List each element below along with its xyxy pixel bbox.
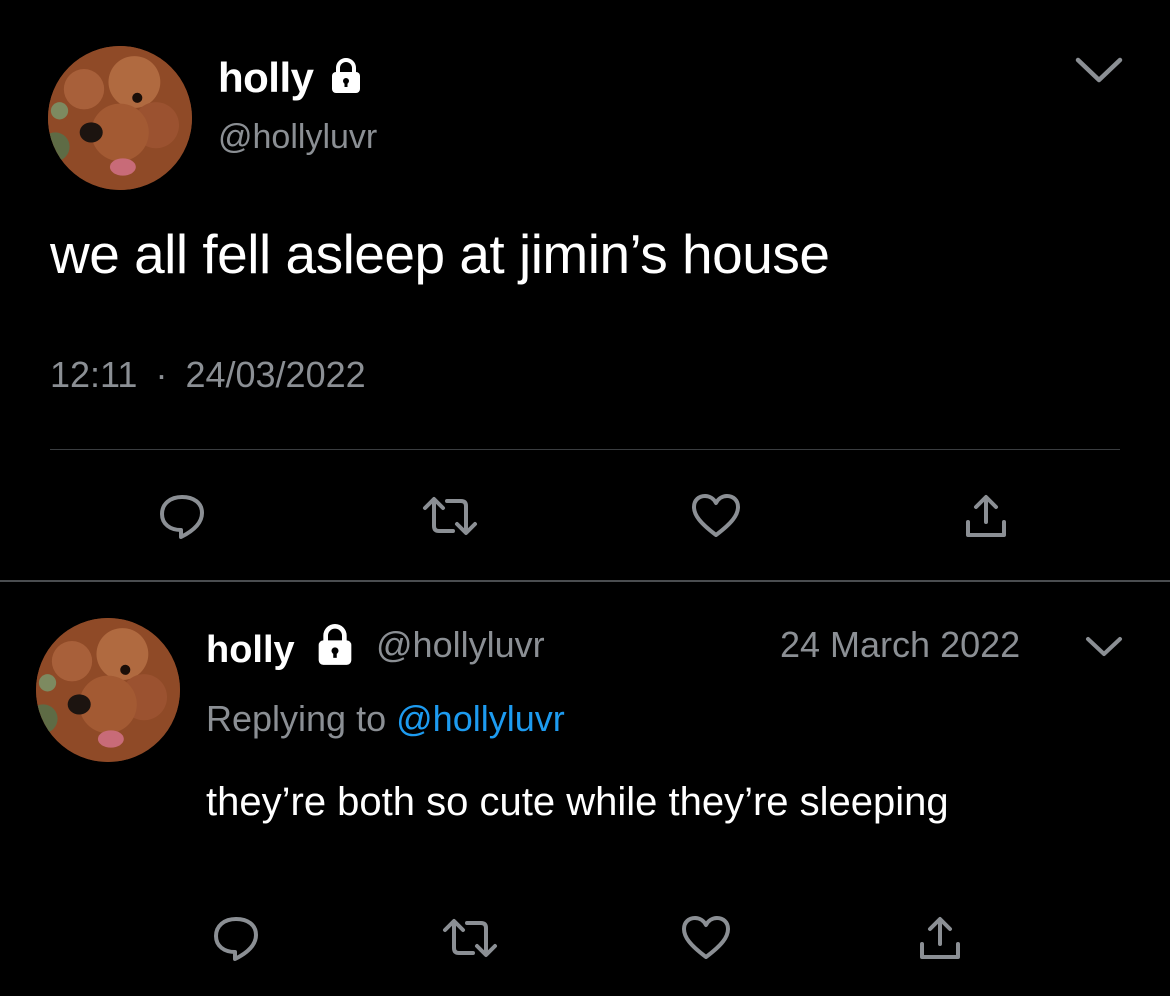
reply-icon[interactable] xyxy=(152,486,212,546)
chevron-down-icon[interactable] xyxy=(1074,52,1124,86)
heart-icon[interactable] xyxy=(676,908,736,968)
chevron-down-icon[interactable] xyxy=(1084,632,1124,660)
share-icon[interactable] xyxy=(956,486,1016,546)
tweet-separator xyxy=(0,580,1170,582)
avatar-dog-image xyxy=(36,618,180,762)
share-icon[interactable] xyxy=(910,908,970,968)
separator: · xyxy=(155,354,168,395)
retweet-icon[interactable] xyxy=(440,908,500,968)
reply-icon[interactable] xyxy=(206,908,266,968)
reply-display-name-text: holly xyxy=(206,629,295,671)
reply-text: they’re both so cute while they’re sleep… xyxy=(206,780,949,824)
timestamp: 12:11 · 24/03/2022 xyxy=(50,354,366,396)
lock-icon xyxy=(329,56,363,104)
display-name[interactable]: holly xyxy=(218,54,363,104)
display-name-text: holly xyxy=(218,54,314,101)
tweet-text: we all fell asleep at jimin’s house xyxy=(50,223,830,285)
reply-date: 24 March 2022 xyxy=(780,624,1021,665)
retweet-icon[interactable] xyxy=(420,486,480,546)
avatar-dog-image xyxy=(48,46,192,190)
reply-handle[interactable]: @hollyluvr xyxy=(376,624,545,666)
reply-avatar[interactable] xyxy=(36,618,180,762)
handle[interactable]: @hollyluvr xyxy=(218,118,377,157)
time: 12:11 xyxy=(50,354,138,395)
avatar[interactable] xyxy=(48,46,192,190)
reply-display-name[interactable]: holly xyxy=(206,624,355,676)
date: 24/03/2022 xyxy=(185,354,366,395)
lock-icon xyxy=(315,624,355,676)
replying-to-line: Replying to @hollyluvr xyxy=(206,698,565,740)
heart-icon[interactable] xyxy=(686,486,746,546)
replying-to-mention[interactable]: @hollyluvr xyxy=(396,698,565,739)
divider xyxy=(50,449,1120,450)
replying-prefix: Replying to xyxy=(206,698,387,739)
